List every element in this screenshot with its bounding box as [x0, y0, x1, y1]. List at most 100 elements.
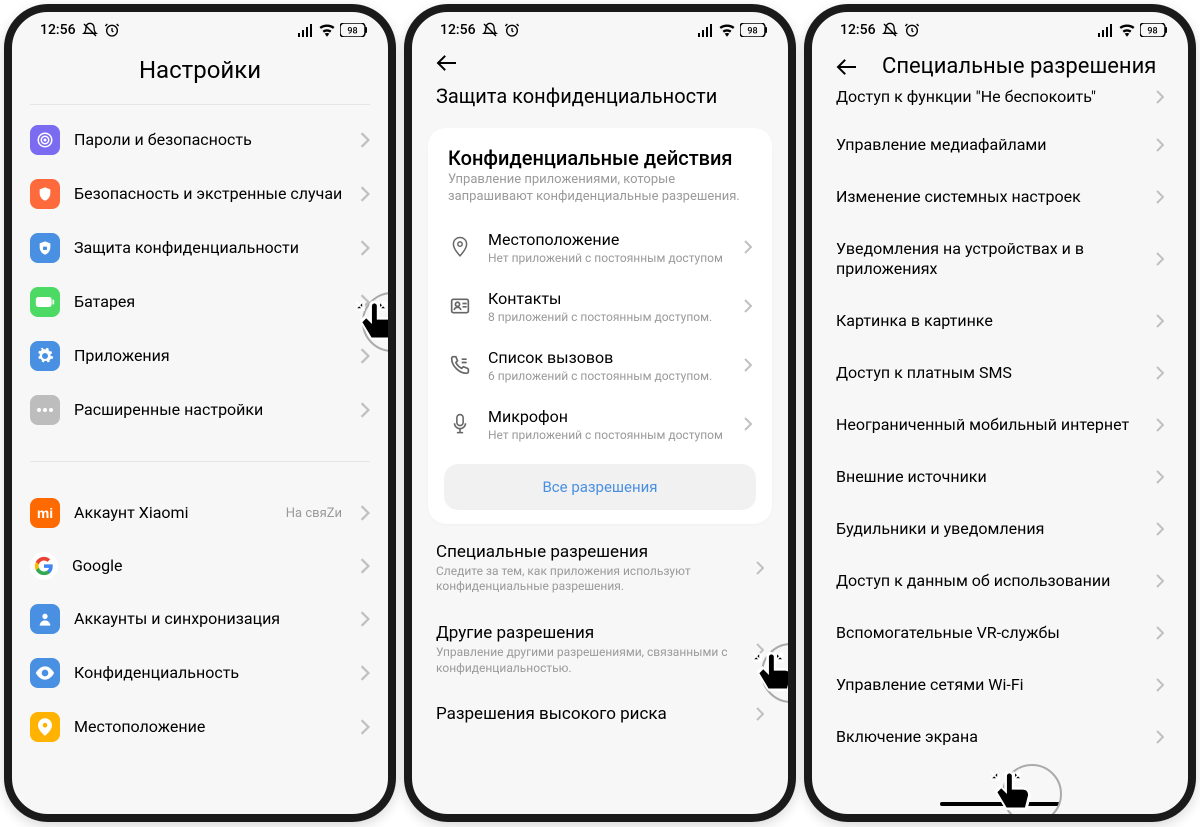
privacy-actions-card: Конфиденциальные действия Управление при… — [428, 128, 772, 524]
item-battery[interactable]: Батарея — [12, 275, 388, 329]
permission-label: Неограниченный мобильный интернет — [836, 415, 1146, 435]
mic-icon — [448, 412, 472, 436]
item-privacy[interactable]: Конфиденциальность — [12, 646, 388, 700]
battery-icon: 98 — [340, 23, 368, 37]
battery-icon: 98 — [740, 23, 768, 37]
chevron-right-icon — [756, 643, 764, 657]
chevron-right-icon — [744, 240, 752, 254]
permission-label: Вспомогательные VR-службы — [836, 623, 1146, 643]
chevron-right-icon — [360, 132, 370, 148]
wifi-icon — [1118, 23, 1136, 37]
permission-label: Включение экрана — [836, 727, 1146, 747]
chevron-right-icon — [1156, 314, 1164, 328]
battery-icon: 98 — [1140, 23, 1168, 37]
phone-icon — [448, 353, 472, 377]
dnd-icon — [82, 22, 98, 38]
chevron-right-icon — [1156, 252, 1164, 266]
wifi-icon — [718, 23, 736, 37]
page-title: Специальные разрешения — [882, 54, 1156, 79]
gear-icon — [30, 341, 60, 371]
item-xiaomi-account[interactable]: mi Аккаунт Xiaomi На свяZи — [12, 486, 388, 540]
phone-privacy: 12:56 98 Защита конфиденциальности Конфи… — [404, 4, 796, 822]
statusbar: 12:56 98 — [812, 12, 1188, 42]
alarm-icon — [504, 22, 520, 38]
permission-item[interactable]: Вспомогательные VR-службы — [812, 607, 1188, 659]
perm-calls[interactable]: Список вызовов6 приложений с постоянным … — [432, 336, 768, 395]
item-safety-emergency[interactable]: Безопасность и экстренные случаи — [12, 167, 388, 221]
statusbar: 12:56 98 — [12, 12, 388, 42]
row-special-permissions[interactable]: Специальные разрешенияСледите за тем, ка… — [412, 528, 788, 609]
signal-icon — [698, 23, 714, 37]
chevron-right-icon — [756, 707, 764, 721]
contacts-icon — [448, 294, 472, 318]
permission-item[interactable]: Доступ к платным SMS — [812, 347, 1188, 399]
chevron-right-icon — [360, 611, 370, 627]
permission-label: Управление медиафайлами — [836, 135, 1146, 155]
special-permissions-list: Доступ к функции "Не беспокоить" Управлен… — [812, 87, 1188, 763]
item-advanced-settings[interactable]: Расширенные настройки — [12, 383, 388, 437]
chevron-right-icon — [360, 505, 370, 521]
phone-special-permissions: 12:56 98 Специальные разрешения Доступ к… — [804, 4, 1196, 822]
chevron-right-icon — [756, 561, 764, 575]
row-other-permissions[interactable]: Другие разрешенияУправление другими разр… — [412, 609, 788, 690]
perm-location[interactable]: МестоположениеНет приложений с постоянны… — [432, 218, 768, 277]
permission-label: Изменение системных настроек — [836, 187, 1146, 207]
item-passwords-security[interactable]: Пароли и безопасность — [12, 113, 388, 167]
chevron-right-icon — [360, 348, 370, 364]
permission-item[interactable]: Изменение системных настроек — [812, 171, 1188, 223]
permission-item[interactable]: Картинка в картинке — [812, 295, 1188, 347]
item-accounts-sync[interactable]: Аккаунты и синхронизация — [12, 592, 388, 646]
clock: 12:56 — [440, 22, 476, 38]
mi-icon: mi — [30, 498, 60, 528]
permission-item[interactable]: Управление сетями Wi-Fi — [812, 659, 1188, 711]
battery-icon — [30, 287, 60, 317]
back-icon[interactable] — [436, 54, 458, 72]
pin-icon — [30, 712, 60, 742]
permission-label: Уведомления на устройствах и в приложени… — [836, 239, 1146, 279]
item-location[interactable]: Местоположение — [12, 700, 388, 754]
chevron-right-icon — [1156, 574, 1164, 588]
item-apps[interactable]: Приложения — [12, 329, 388, 383]
permission-item[interactable]: Будильники и уведомления — [812, 503, 1188, 555]
permission-item[interactable]: Доступ к функции "Не беспокоить" — [812, 87, 1188, 119]
permission-item[interactable]: Внешние источники — [812, 451, 1188, 503]
permission-item[interactable]: Управление медиафайлами — [812, 119, 1188, 171]
chevron-right-icon — [360, 558, 370, 574]
chevron-right-icon — [1156, 90, 1164, 104]
pin-icon — [448, 235, 472, 259]
chevron-right-icon — [1156, 190, 1164, 204]
google-icon — [30, 552, 58, 580]
row-high-risk-permissions[interactable]: Разрешения высокого риска — [412, 690, 788, 738]
permission-label: Картинка в картинке — [836, 311, 1146, 331]
permission-item[interactable]: Уведомления на устройствах и в приложени… — [812, 223, 1188, 295]
item-google[interactable]: Google — [12, 540, 388, 592]
item-privacy-protection[interactable]: Защита конфиденциальности — [12, 221, 388, 275]
chevron-right-icon — [1156, 678, 1164, 692]
perm-contacts[interactable]: Контакты8 приложений с постоянным доступ… — [432, 277, 768, 336]
permission-label: Доступ к платным SMS — [836, 363, 1146, 383]
dots-icon — [30, 395, 60, 425]
svg-text:98: 98 — [1147, 27, 1157, 37]
header: Настройки — [12, 42, 388, 104]
permission-item[interactable]: Доступ к данным об использовании — [812, 555, 1188, 607]
chevron-right-icon — [1156, 470, 1164, 484]
chevron-right-icon — [744, 299, 752, 313]
permission-label: Будильники и уведомления — [836, 519, 1146, 539]
page-title: Настройки — [32, 56, 368, 84]
alarm-icon — [104, 22, 120, 38]
svg-text:98: 98 — [347, 27, 357, 37]
chevron-right-icon — [1156, 626, 1164, 640]
permission-item[interactable]: Включение экрана — [812, 711, 1188, 763]
all-permissions-button[interactable]: Все разрешения — [444, 464, 756, 510]
alarm-icon — [904, 22, 920, 38]
target-icon — [30, 125, 60, 155]
eye-icon — [30, 658, 60, 688]
card-description: Управление приложениями, которые запраши… — [432, 170, 768, 218]
permission-label: Доступ к функции "Не беспокоить" — [836, 87, 1146, 107]
back-icon[interactable] — [836, 58, 858, 76]
chevron-right-icon — [744, 358, 752, 372]
user-icon — [30, 604, 60, 634]
perm-microphone[interactable]: МикрофонНет приложений с постоянным дост… — [432, 395, 768, 454]
permission-item[interactable]: Неограниченный мобильный интернет — [812, 399, 1188, 451]
permission-label: Внешние источники — [836, 467, 1146, 487]
